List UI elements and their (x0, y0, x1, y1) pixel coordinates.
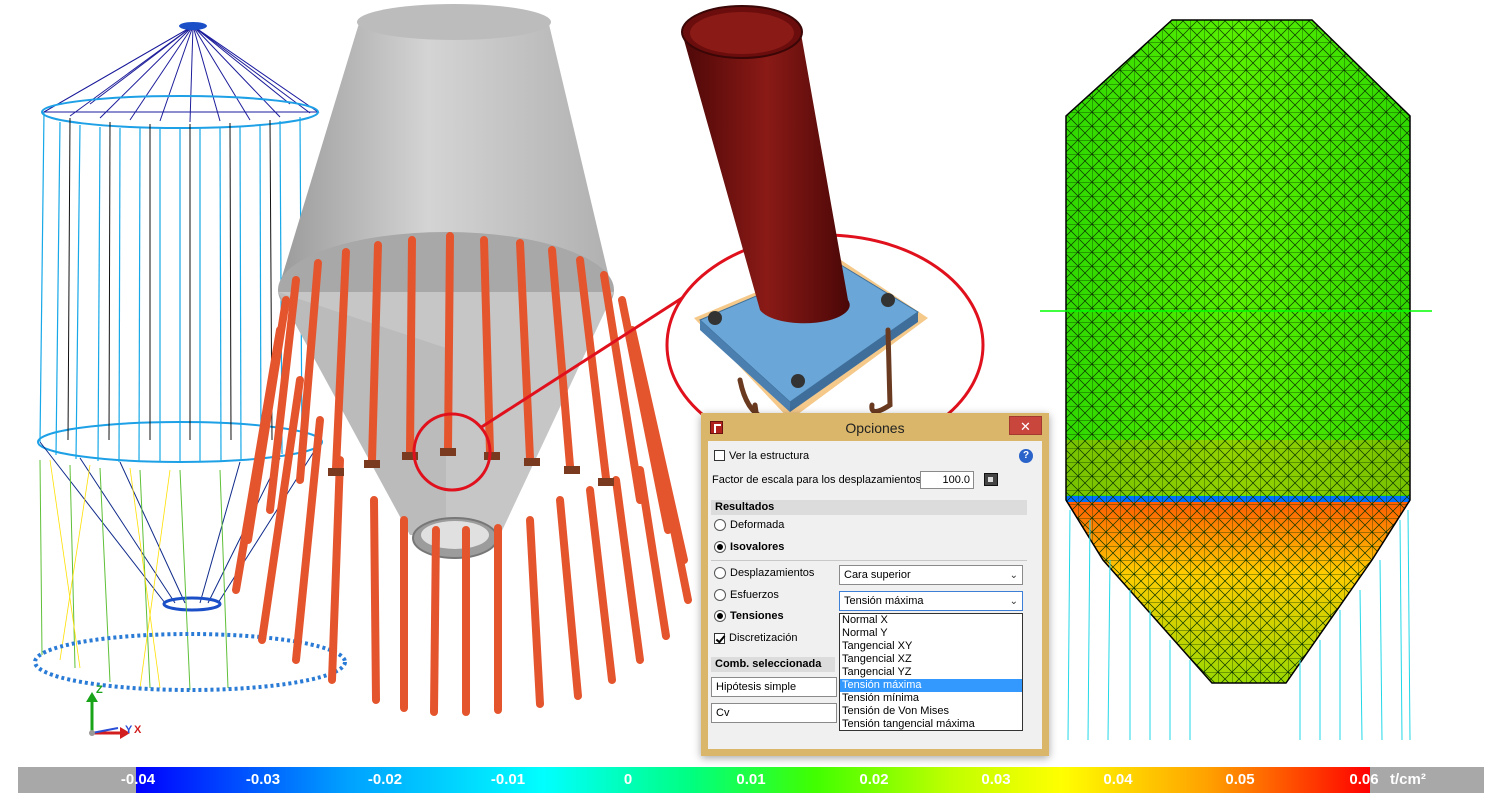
legend-tick: 0.05 (1225, 771, 1255, 788)
legend-unit: t/cm² (1390, 771, 1426, 788)
base-plate-detail (665, 5, 985, 473)
load-case-select[interactable]: Cv (711, 703, 837, 723)
stress-select-value: Tensión máxima (844, 595, 924, 607)
hypothesis-select-value: Hipótesis simple (716, 681, 797, 693)
legend-tick: -0.01 (490, 771, 526, 788)
results-section-header: Resultados (711, 500, 1027, 515)
legend-right-cap (1370, 767, 1484, 793)
list-item[interactable]: Tangencial XY (840, 640, 1022, 653)
stress-select[interactable]: Tensión máxima ⌄ (839, 591, 1023, 611)
legend-tick: -0.03 (245, 771, 281, 788)
legend-tick: 0.01 (736, 771, 766, 788)
stress-dropdown-list[interactable]: Normal X Normal Y Tangencial XY Tangenci… (839, 613, 1023, 731)
label-discretizacion: Discretización (729, 632, 798, 644)
list-item[interactable]: Tangencial XZ (840, 653, 1022, 666)
list-item[interactable]: Tangencial YZ (840, 666, 1022, 679)
radio-desplazamientos[interactable] (714, 567, 726, 579)
face-select-value: Cara superior (844, 569, 911, 581)
axes-triad (86, 692, 130, 739)
discretizacion-checkbox[interactable] (714, 633, 725, 644)
legend-left-cap (18, 767, 136, 793)
options-dialog: Opciones ✕ ? Ver la estructura Factor de… (701, 413, 1049, 756)
axis-label-x: X (134, 724, 142, 736)
list-item[interactable]: Normal X (840, 614, 1022, 627)
axis-label-y: Y (125, 724, 133, 736)
help-icon[interactable]: ? (1019, 449, 1033, 463)
legend-tick: -0.04 (120, 771, 156, 788)
combination-section-header: Comb. seleccionada (711, 657, 835, 672)
legend-tick: 0.04 (1103, 771, 1133, 788)
list-item[interactable]: Tensión de Von Mises (840, 705, 1022, 718)
radio-tensiones[interactable] (714, 610, 726, 622)
label-desplazamientos: Desplazamientos (730, 567, 815, 579)
chevron-down-icon: ⌄ (1009, 596, 1018, 607)
list-item[interactable]: Normal Y (840, 627, 1022, 640)
radio-deformada[interactable] (714, 519, 726, 531)
radio-esfuerzos[interactable] (714, 589, 726, 601)
color-scale-legend: -0.04 -0.03 -0.02 -0.01 0 0.01 0.02 0.03… (18, 767, 1484, 793)
divider (711, 560, 1027, 561)
fe-mesh-silo (1040, 19, 1432, 741)
hypothesis-select[interactable]: Hipótesis simple (711, 677, 837, 697)
legend-tick: 0 (623, 771, 633, 788)
label-deformada: Deformada (730, 519, 785, 531)
legend-tick: -0.02 (367, 771, 403, 788)
label-esfuerzos: Esfuerzos (730, 589, 779, 601)
dialog-title: Opciones (845, 420, 905, 436)
show-structure-label: Ver la estructura (729, 450, 810, 462)
load-case-select-value: Cv (716, 707, 730, 719)
axis-label-z: Z (96, 684, 103, 696)
chevron-down-icon: ⌄ (1009, 570, 1018, 581)
list-item[interactable]: Tensión mínima (840, 692, 1022, 705)
label-isovalores: Isovalores (730, 541, 785, 553)
legend-tick: 0.03 (981, 771, 1011, 788)
legend-tick: 0.02 (859, 771, 889, 788)
face-select[interactable]: Cara superior ⌄ (839, 565, 1023, 585)
list-item-selected[interactable]: Tensión máxima (840, 679, 1022, 692)
legend-tick: 0.06 (1349, 771, 1379, 788)
capture-icon[interactable] (984, 473, 998, 486)
close-button[interactable]: ✕ (1009, 416, 1042, 435)
list-item[interactable]: Tensión tangencial máxima (840, 718, 1022, 731)
shell-silo (232, 4, 711, 716)
scale-factor-label: Factor de escala para los desplazamiento… (712, 474, 922, 486)
wireframe-silo (33, 22, 347, 692)
radio-isovalores[interactable] (714, 541, 726, 553)
dialog-title-bar[interactable]: Opciones ✕ (701, 413, 1049, 441)
show-structure-checkbox[interactable] (714, 450, 725, 461)
label-tensiones: Tensiones (730, 610, 784, 622)
scale-factor-input[interactable]: 100.0 (920, 471, 974, 489)
